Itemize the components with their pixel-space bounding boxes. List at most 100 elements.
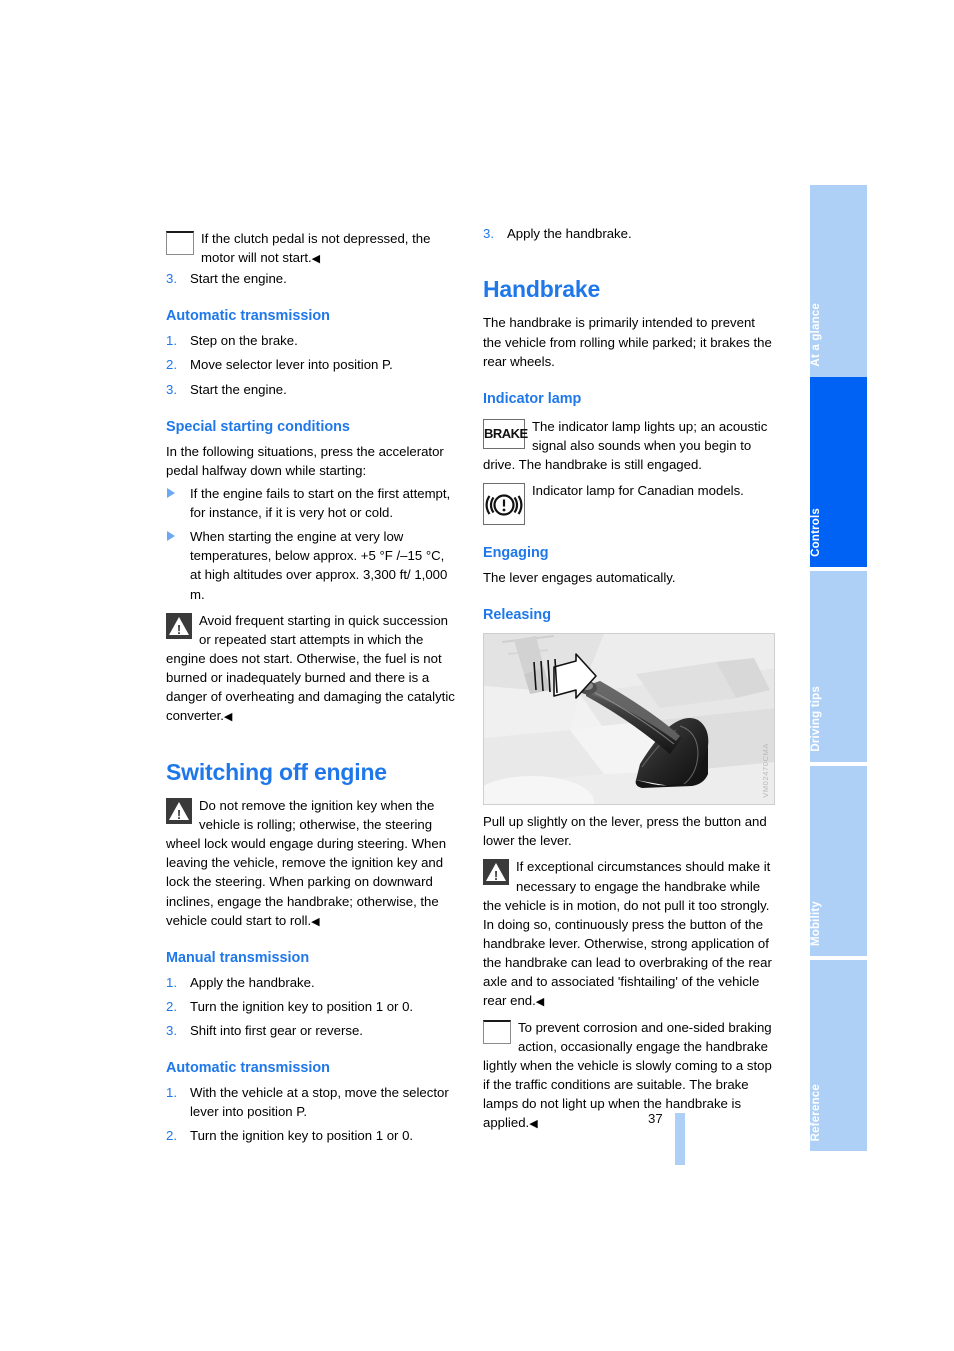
heading-indicator-lamp: Indicator lamp: [483, 390, 582, 407]
indicator-lamp-canadian: Indicator lamp for Canadian models.: [483, 481, 775, 526]
brake-lamp-label: BRAKE: [483, 418, 528, 449]
page-number: 37: [648, 1111, 663, 1126]
step-number: 2.: [166, 998, 177, 1014]
sidebar-item-reference[interactable]: Reference: [810, 960, 867, 1151]
arrow-bullet-icon: [167, 487, 175, 498]
warning-triangle-icon: !: [166, 612, 192, 639]
sidebar-item-label: Controls: [810, 508, 822, 557]
steps-start-engine-continued: 3. Start the engine.: [166, 269, 458, 288]
list-item: 1. With the vehicle at a stop, move the …: [166, 1083, 458, 1121]
step-text: Apply the handbrake.: [507, 226, 632, 241]
warning-ignition-key: ! Do not remove the ignition key when th…: [166, 796, 458, 930]
note-triangle-icon: [166, 231, 194, 255]
heading-handbrake: Handbrake: [483, 276, 601, 303]
heading-automatic-transmission-start: Automatic transmission: [166, 308, 330, 325]
note-text: To prevent corrosion and one-sided braki…: [483, 1019, 772, 1131]
manual-page: If the clutch pedal is not depressed, th…: [0, 0, 954, 1351]
step-text: Move selector lever into position P.: [190, 357, 393, 373]
special-starting-bullets: If the engine fails to start on the firs…: [166, 484, 458, 604]
sidebar-item-mobility[interactable]: Mobility: [810, 766, 867, 956]
list-item: If the engine fails to start on the firs…: [166, 484, 458, 522]
step-number: 3.: [483, 226, 494, 241]
end-mark: ◀: [311, 915, 320, 928]
figure-code: VM02470CMA: [761, 743, 771, 799]
page-marker-bar: [675, 1113, 685, 1165]
heading-releasing: Releasing: [483, 607, 551, 624]
special-starting-intro: In the following situations, press the a…: [166, 443, 444, 478]
note-clutch-pedal-text: If the clutch pedal is not depressed, th…: [166, 229, 458, 267]
steps-automatic-transmission-off: 1. With the vehicle at a stop, move the …: [166, 1083, 458, 1145]
list-item: When starting the engine at very low tem…: [166, 527, 458, 604]
list-item: 2. Move selector lever into position P.: [166, 355, 458, 374]
step-text: Turn the ignition key to position 1 or 0…: [190, 1128, 414, 1144]
warning-triangle-icon: !: [483, 859, 509, 886]
bullet-text: If the engine fails to start on the firs…: [190, 485, 451, 521]
warning-text: If exceptional circumstances should make…: [483, 859, 772, 1009]
heading-automatic-transmission-off: Automatic transmission: [166, 1060, 330, 1077]
right-column: 3. Apply the handbrake. Handbrake The ha…: [483, 222, 775, 1134]
steps-automatic-transmission-start: 1. Step on the brake. 2. Move selector l…: [166, 331, 458, 398]
note-prevent-corrosion: To prevent corrosion and one-sided braki…: [483, 1018, 775, 1133]
list-item: 1. Step on the brake.: [166, 331, 458, 350]
bullet-text: When starting the engine at very low tem…: [190, 529, 448, 602]
note-triangle-icon: [483, 1019, 511, 1044]
step-text: Start the engine.: [190, 271, 287, 287]
brake-word-lamp-icon: BRAKE: [483, 418, 528, 449]
step-number: 3.: [166, 1023, 177, 1039]
step-number: 2.: [166, 357, 177, 373]
warning-exceptional-text: If exceptional circumstances should make…: [483, 857, 775, 1010]
step-number: 1.: [166, 1085, 177, 1101]
step-text: Start the engine.: [190, 381, 287, 397]
end-mark: ◀: [529, 1118, 538, 1131]
sidebar-item-label: Mobility: [810, 900, 822, 946]
end-mark: ◀: [223, 711, 233, 724]
warning-exceptional-circumstances: ! If exceptional circumstances should ma…: [483, 857, 775, 1010]
list-item: 3. Shift into first gear or reverse.: [166, 1021, 458, 1040]
step-number: 1.: [166, 333, 177, 349]
step-number: 2.: [166, 1128, 177, 1144]
sidebar-item-controls[interactable]: Controls: [810, 377, 867, 567]
end-mark: ◀: [311, 253, 321, 266]
step-text: With the vehicle at a stop, move the sel…: [190, 1085, 449, 1120]
section-tabs: At a glance Controls Driving tips Mobili…: [810, 185, 867, 1151]
warning-frequent-starting: ! Avoid frequent starting in quick succe…: [166, 611, 458, 726]
heading-special-starting-conditions: Special starting conditions: [166, 418, 350, 435]
indicator-lamp-canadian-text: Indicator lamp for Canadian models.: [532, 483, 744, 499]
warning-triangle-icon: !: [166, 797, 192, 824]
step-text: Step on the brake.: [190, 333, 298, 349]
list-item: 3. Start the engine.: [166, 380, 458, 399]
warning-text: Do not remove the ignition key when the …: [166, 797, 447, 928]
heading-switching-off-engine: Switching off engine: [166, 758, 387, 785]
step-number: 1.: [166, 974, 177, 990]
handbrake-lever-illustration: VM02470CMA: [483, 633, 775, 806]
note-clutch-pedal: If the clutch pedal is not depressed, th…: [166, 229, 458, 267]
list-item: 3. Start the engine.: [166, 269, 458, 288]
warning-frequent-starting-text: Avoid frequent starting in quick success…: [166, 611, 458, 726]
list-item: 3. Apply the handbrake.: [483, 224, 775, 243]
end-mark: ◀: [535, 996, 545, 1009]
note-prevent-corrosion-text: To prevent corrosion and one-sided braki…: [483, 1018, 775, 1133]
list-item: 2. Turn the ignition key to position 1 o…: [166, 1126, 458, 1145]
indicator-lamp-brake: BRAKE The indicator lamp lights up; an a…: [483, 417, 775, 474]
heading-engaging: Engaging: [483, 545, 549, 562]
sidebar-item-label: Reference: [810, 1083, 822, 1141]
sidebar-item-driving-tips[interactable]: Driving tips: [810, 571, 867, 762]
step-number: 3.: [166, 381, 177, 397]
arrow-bullet-icon: [167, 531, 175, 542]
steps-apply-handbrake: 3. Apply the handbrake.: [483, 224, 775, 243]
warning-ignition-key-text: Do not remove the ignition key when the …: [166, 796, 458, 930]
step-text: Turn the ignition key to position 1 or 0…: [190, 998, 414, 1014]
handbrake-intro: The handbrake is primarily intended to p…: [483, 315, 772, 369]
heading-manual-transmission: Manual transmission: [166, 949, 310, 966]
left-column: If the clutch pedal is not depressed, th…: [166, 222, 458, 1150]
step-text: Apply the handbrake.: [190, 974, 315, 990]
step-number: 3.: [166, 271, 177, 287]
engaging-text: The lever engages automatically.: [483, 570, 676, 586]
list-item: 1. Apply the handbrake.: [166, 973, 458, 992]
list-item: 2. Turn the ignition key to position 1 o…: [166, 997, 458, 1016]
steps-manual-transmission: 1. Apply the handbrake. 2. Turn the igni…: [166, 973, 458, 1040]
warning-text: Avoid frequent starting in quick success…: [166, 612, 455, 724]
sidebar-item-at-a-glance[interactable]: At a glance: [810, 185, 867, 377]
step-text: Shift into first gear or reverse.: [190, 1023, 363, 1039]
canadian-brake-lamp-icon: [483, 483, 525, 526]
